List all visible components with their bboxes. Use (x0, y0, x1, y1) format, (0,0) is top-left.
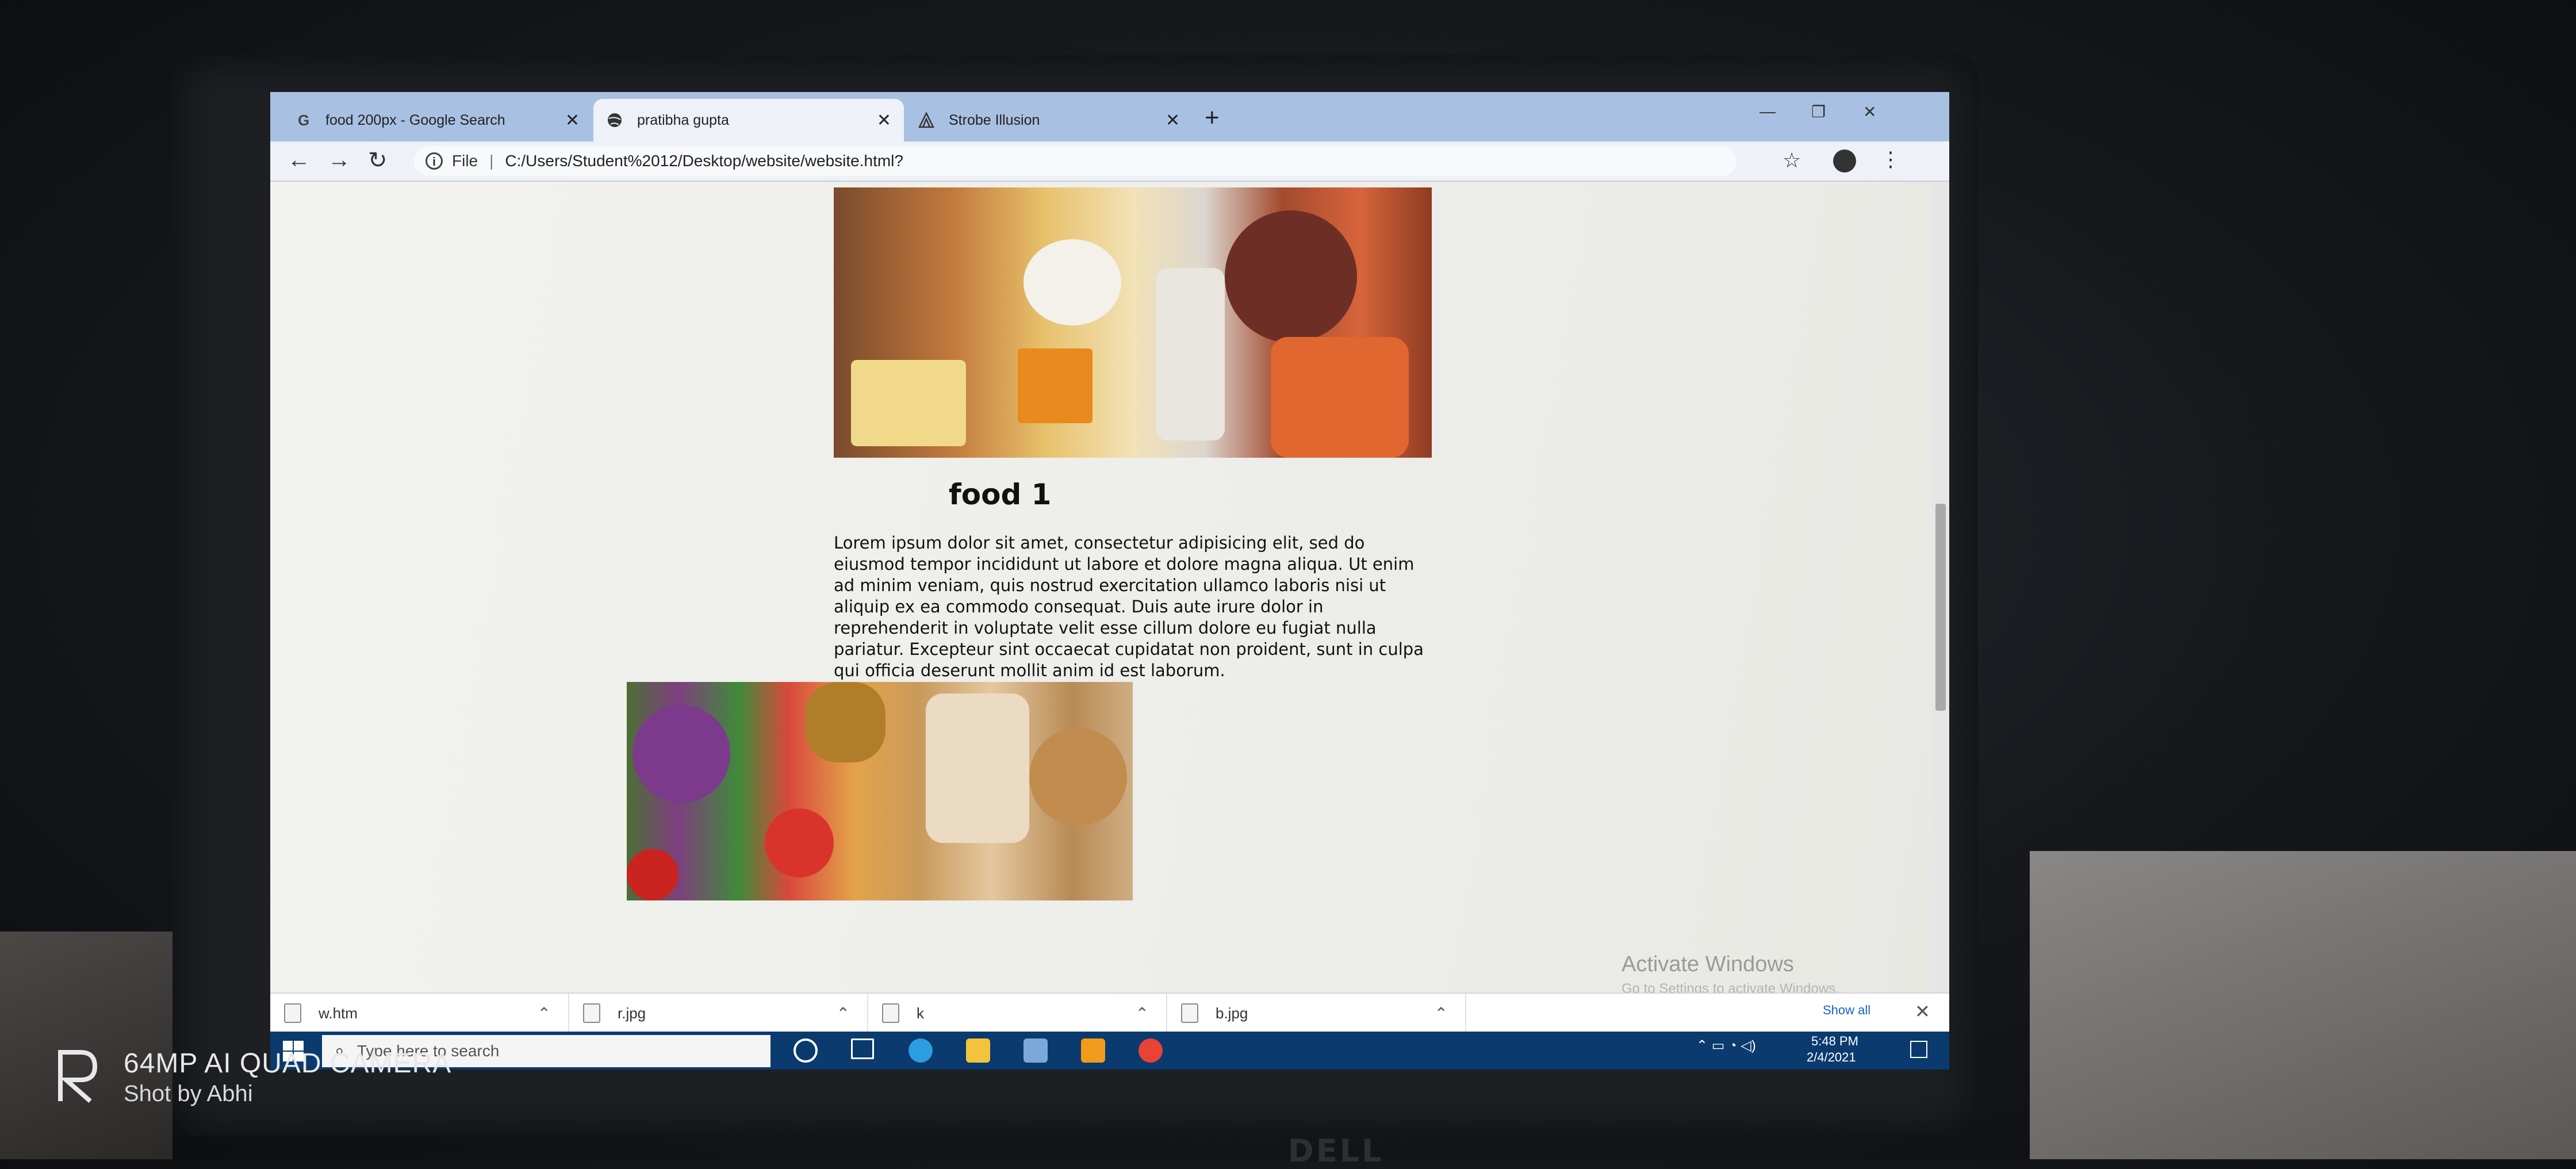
download-item[interactable]: k ⌃ (868, 994, 1167, 1033)
photos-app-icon[interactable] (1023, 1038, 1048, 1063)
tab-label: pratibha gupta (637, 112, 729, 128)
section-description: Lorem ipsum dolor sit amet, consectetur … (834, 533, 1424, 680)
scrollbar-thumb[interactable] (1935, 504, 1946, 711)
profile-avatar[interactable] (1833, 150, 1856, 173)
download-filename: w.htm (319, 1004, 358, 1022)
bookmark-star-icon[interactable]: ☆ (1782, 148, 1801, 173)
food-image-2 (627, 682, 1133, 900)
download-shelf: w.htm ⌃ r.jpg ⌃ k ⌃ b.jpg ⌃ Show all ✕ (270, 992, 1949, 1033)
web-page-content: food 1 Lorem ipsum dolor sit amet, conse… (270, 182, 1932, 996)
download-item[interactable]: w.htm ⌃ (270, 994, 569, 1033)
close-icon[interactable]: ✕ (565, 110, 580, 131)
close-icon[interactable]: ✕ (877, 110, 891, 131)
file-icon (882, 1003, 899, 1023)
chevron-up-icon[interactable]: ⌃ (1435, 1004, 1448, 1023)
image-file-icon (1181, 1003, 1198, 1023)
tab-label: Strobe Illusion (949, 112, 1040, 128)
info-icon[interactable]: i (425, 152, 443, 170)
back-arrow-icon[interactable]: ← (288, 147, 310, 173)
tab-google-search[interactable]: G food 200px - Google Search ✕ (282, 99, 592, 141)
show-all-downloads-link[interactable]: Show all (1823, 1003, 1870, 1018)
html-file-icon (284, 1003, 301, 1023)
chevron-up-icon[interactable]: ⌃ (538, 1004, 551, 1023)
url-text: C:/Users/Student%2012/Desktop/website/we… (505, 152, 903, 170)
svg-text:G: G (298, 112, 309, 129)
minimize-icon[interactable]: — (1759, 102, 1776, 121)
scheme-label: File (452, 152, 478, 170)
tab-strobe-illusion[interactable]: Strobe Illusion ✕ (905, 99, 1193, 141)
close-icon[interactable]: ✕ (1915, 1001, 1930, 1022)
browser-toolbar: ← → ↻ i File | C:/Users/Student%2012/Des… (270, 141, 1949, 182)
google-icon: G (298, 112, 309, 129)
cortana-icon[interactable] (793, 1038, 818, 1063)
desk-paper (2030, 851, 2576, 1159)
download-filename: k (917, 1004, 924, 1022)
tab-pratibha-gupta[interactable]: pratibha gupta ✕ (593, 99, 904, 141)
windows-taskbar: ⌕ Type here to search ⌃ ▭ ◔ ◁) 5:48 PM 2… (270, 1032, 1949, 1070)
system-tray-icons[interactable]: ⌃ ▭ ◔ ◁) (1696, 1037, 1756, 1054)
laptop-brand-logo: DELL (1288, 1133, 1384, 1169)
kebab-menu-icon[interactable]: ⋮ (1880, 147, 1901, 171)
chevron-up-icon[interactable]: ⌃ (1136, 1004, 1149, 1023)
close-icon[interactable]: ✕ (1166, 110, 1180, 131)
camera-watermark-line1: 64MP AI QUAD CAMERA (124, 1048, 452, 1079)
forward-arrow-icon[interactable]: → (328, 147, 351, 173)
clock-date[interactable]: 2/4/2021 (1807, 1050, 1856, 1065)
task-view-icon[interactable] (851, 1038, 874, 1059)
section-title: food 1 (949, 478, 1052, 511)
desk-object (0, 932, 172, 1159)
chevron-up-icon[interactable]: ⌃ (837, 1004, 850, 1023)
new-tab-button[interactable]: + (1205, 104, 1220, 132)
notification-icon[interactable] (1910, 1041, 1927, 1058)
browser-tab-strip: G food 200px - Google Search ✕ pratibha … (270, 92, 1949, 141)
activate-windows-title: Activate Windows (1621, 952, 1794, 976)
sublime-text-icon[interactable] (1081, 1038, 1105, 1063)
laptop-screen: G food 200px - Google Search ✕ pratibha … (270, 92, 1949, 1070)
page-scrollbar[interactable] (1932, 182, 1949, 992)
address-separator: | (489, 152, 494, 170)
reload-icon[interactable]: ↻ (368, 147, 388, 174)
address-bar[interactable]: i File | C:/Users/Student%2012/Desktop/w… (414, 146, 1736, 176)
file-explorer-icon[interactable] (966, 1038, 990, 1063)
download-item[interactable]: r.jpg ⌃ (569, 994, 868, 1033)
clock-time[interactable]: 5:48 PM (1811, 1034, 1858, 1049)
chrome-icon[interactable] (1138, 1038, 1163, 1063)
food-image-1 (834, 187, 1432, 458)
image-file-icon (583, 1003, 600, 1023)
globe-icon (608, 113, 622, 127)
download-filename: r.jpg (618, 1004, 646, 1022)
download-filename: b.jpg (1216, 1004, 1248, 1022)
camera-watermark-line2: Shot by Abhi (124, 1081, 253, 1106)
tab-label: food 200px - Google Search (325, 112, 505, 128)
window-close-icon[interactable]: ✕ (1863, 102, 1876, 121)
camera-brand-logo (58, 1050, 98, 1103)
restore-icon[interactable]: ❐ (1811, 102, 1826, 121)
strobe-icon (918, 112, 935, 128)
download-item[interactable]: b.jpg ⌃ (1167, 994, 1466, 1033)
edge-icon[interactable] (908, 1038, 933, 1063)
